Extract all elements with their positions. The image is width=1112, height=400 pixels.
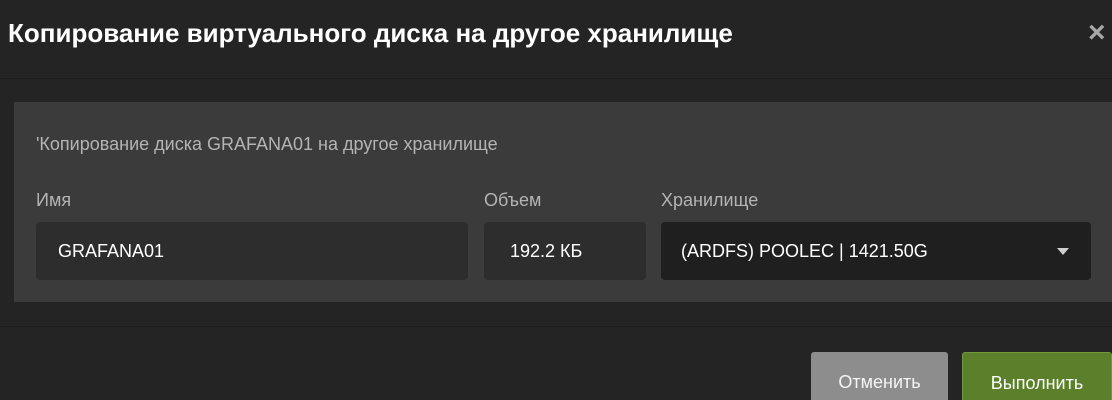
close-icon[interactable]: × — [1088, 16, 1112, 52]
size-field: 192.2 КБ — [484, 222, 646, 280]
storage-label: Хранилище — [661, 190, 759, 210]
chevron-down-icon — [1057, 248, 1069, 255]
footer-divider — [0, 326, 1112, 327]
copy-disk-dialog: Копирование виртуального диска на другое… — [0, 0, 1112, 400]
name-field[interactable]: GRAFANA01 — [36, 222, 468, 280]
form-panel: 'Копирование диска GRAFANA01 на другое х… — [14, 102, 1112, 302]
size-label: Объем — [484, 190, 542, 210]
storage-selected-value: (ARDFS) POOLEC | 1421.50G — [681, 241, 928, 261]
form-subtitle: 'Копирование диска GRAFANA01 на другое х… — [36, 134, 498, 154]
dialog-title: Копирование виртуального диска на другое… — [8, 18, 733, 48]
storage-select[interactable]: (ARDFS) POOLEC | 1421.50G — [661, 222, 1091, 280]
cancel-button[interactable]: Отменить — [811, 352, 948, 400]
execute-button[interactable]: Выполнить — [962, 352, 1112, 400]
name-label: Имя — [36, 190, 72, 210]
dialog-header: Копирование виртуального диска на другое… — [0, 0, 1112, 79]
